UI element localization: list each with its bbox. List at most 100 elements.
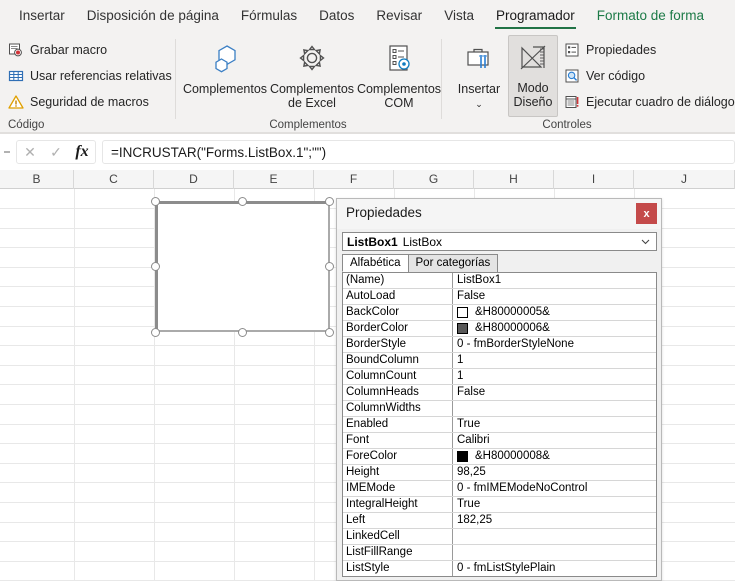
addins-label: Complementos	[182, 82, 268, 96]
ribbon-tab-revisar[interactable]: Revisar	[365, 0, 433, 31]
com-addins-button[interactable]: Complementos COM	[356, 37, 442, 123]
check-icon[interactable]: ✓	[43, 140, 69, 164]
chevron-down-icon[interactable]	[640, 236, 651, 247]
close-button[interactable]: x	[636, 203, 657, 224]
property-value[interactable]: 1	[453, 353, 656, 368]
property-row[interactable]: ColumnHeads False	[343, 385, 656, 401]
property-row[interactable]: AutoLoad False	[343, 289, 656, 305]
resize-handle-middle-left[interactable]	[151, 262, 160, 271]
property-row[interactable]: (Name) ListBox1	[343, 273, 656, 289]
run-dialog-button[interactable]: Ejecutar cuadro de diálogo	[560, 91, 735, 113]
resize-handle-bottom-left[interactable]	[151, 328, 160, 337]
ribbon-tab-disposición-de-página[interactable]: Disposición de página	[76, 0, 230, 31]
property-value[interactable]: &H80000008&	[453, 449, 656, 464]
property-value[interactable]: 182,25	[453, 513, 656, 528]
ribbon-tab-formato-de-forma[interactable]: Formato de forma	[586, 0, 715, 31]
property-row[interactable]: ColumnCount 1	[343, 369, 656, 385]
close-icon[interactable]: ✕	[17, 140, 43, 164]
property-value-text: 98,25	[457, 466, 486, 478]
relative-references-button[interactable]: Usar referencias relativas	[4, 65, 176, 87]
property-row[interactable]: BoundColumn 1	[343, 353, 656, 369]
column-header-H[interactable]: H	[474, 170, 554, 189]
ribbon-tab-vista[interactable]: Vista	[433, 0, 485, 31]
column-header-F[interactable]: F	[314, 170, 394, 189]
property-value[interactable]: False	[453, 289, 656, 304]
formula-input[interactable]: =INCRUSTAR("Forms.ListBox.1";"")	[102, 140, 735, 164]
property-name: Left	[343, 513, 453, 528]
properties-tab-alphabetic[interactable]: Alfabética	[342, 254, 409, 272]
design-mode-button[interactable]: Modo Diseño	[508, 35, 558, 117]
column-header-C[interactable]: C	[74, 170, 154, 189]
property-value[interactable]: 0 - fmListStylePlain	[453, 561, 656, 576]
resize-handle-top-center[interactable]	[238, 197, 247, 206]
column-header-B[interactable]: B	[0, 170, 74, 189]
ribbon-tab-fórmulas[interactable]: Fórmulas	[230, 0, 308, 31]
object-selector-combo[interactable]: ListBox1 ListBox	[342, 232, 657, 251]
property-value[interactable]: &H80000006&	[453, 321, 656, 336]
property-row[interactable]: ListStyle 0 - fmListStylePlain	[343, 561, 656, 576]
property-name: AutoLoad	[343, 289, 453, 304]
property-row[interactable]: ListFillRange	[343, 545, 656, 561]
chevron-down-icon[interactable]: ⌄	[475, 99, 483, 109]
property-value[interactable]: True	[453, 497, 656, 512]
object-name: ListBox1	[347, 234, 398, 249]
resize-handle-bottom-right[interactable]	[325, 328, 334, 337]
property-row[interactable]: IntegralHeight True	[343, 497, 656, 513]
insert-control-button[interactable]: Insertar ⌄	[454, 37, 504, 123]
property-row[interactable]: Font Calibri	[343, 433, 656, 449]
macro-security-button[interactable]: Seguridad de macros	[4, 91, 153, 113]
resize-handle-top-right[interactable]	[325, 197, 334, 206]
property-value[interactable]: ListBox1	[453, 273, 656, 288]
properties-title: Propiedades	[346, 205, 422, 220]
properties-tab-categorized[interactable]: Por categorías	[407, 254, 499, 272]
addins-button[interactable]: Complementos	[182, 37, 268, 123]
property-row[interactable]: IMEMode 0 - fmIMEModeNoControl	[343, 481, 656, 497]
record-macro-button[interactable]: Grabar macro	[4, 39, 111, 61]
resize-handle-middle-right[interactable]	[325, 262, 334, 271]
property-value[interactable]: 98,25	[453, 465, 656, 480]
property-row[interactable]: LinkedCell	[343, 529, 656, 545]
formula-bar-grip[interactable]	[0, 134, 14, 170]
property-row[interactable]: BorderStyle 0 - fmBorderStyleNone	[343, 337, 656, 353]
property-row[interactable]: ColumnWidths	[343, 401, 656, 417]
color-swatch	[457, 323, 468, 334]
property-value[interactable]	[453, 529, 656, 544]
fx-icon[interactable]: fx	[69, 140, 95, 164]
properties-label: Propiedades	[586, 43, 657, 57]
properties-list[interactable]: (Name) ListBox1 AutoLoad False BackColor &H80…	[342, 272, 657, 577]
column-header-E[interactable]: E	[234, 170, 314, 189]
property-value[interactable]	[453, 545, 656, 560]
property-name: Font	[343, 433, 453, 448]
excel-addins-button[interactable]: Complementos de Excel	[269, 37, 355, 123]
listbox-control-shape[interactable]	[155, 201, 331, 333]
resize-handle-top-left[interactable]	[151, 197, 160, 206]
properties-button[interactable]: Propiedades	[560, 39, 660, 61]
property-name: BorderColor	[343, 321, 453, 336]
property-value[interactable]: True	[453, 417, 656, 432]
property-value[interactable]: 0 - fmIMEModeNoControl	[453, 481, 656, 496]
resize-handle-bottom-center[interactable]	[238, 328, 247, 337]
property-row[interactable]: Height 98,25	[343, 465, 656, 481]
object-type: ListBox	[402, 234, 443, 249]
property-row[interactable]: BorderColor &H80000006&	[343, 321, 656, 337]
property-row[interactable]: ForeColor &H80000008&	[343, 449, 656, 465]
column-header-G[interactable]: G	[394, 170, 474, 189]
view-code-button[interactable]: Ver código	[560, 65, 649, 87]
ribbon-tab-datos[interactable]: Datos	[308, 0, 365, 31]
property-value[interactable]: False	[453, 385, 656, 400]
column-header-I[interactable]: I	[554, 170, 634, 189]
property-value[interactable]: &H80000005&	[453, 305, 656, 320]
property-name: ColumnWidths	[343, 401, 453, 416]
property-row[interactable]: BackColor &H80000005&	[343, 305, 656, 321]
property-row[interactable]: Left 182,25	[343, 513, 656, 529]
property-value-text: &H80000006&	[475, 322, 550, 334]
ribbon-tab-insertar[interactable]: Insertar	[8, 0, 76, 31]
column-header-J[interactable]: J	[634, 170, 735, 189]
property-row[interactable]: Enabled True	[343, 417, 656, 433]
property-value[interactable]	[453, 401, 656, 416]
column-header-D[interactable]: D	[154, 170, 234, 189]
ribbon-tab-programador[interactable]: Programador	[485, 0, 586, 31]
property-value[interactable]: Calibri	[453, 433, 656, 448]
property-value[interactable]: 1	[453, 369, 656, 384]
property-value[interactable]: 0 - fmBorderStyleNone	[453, 337, 656, 352]
